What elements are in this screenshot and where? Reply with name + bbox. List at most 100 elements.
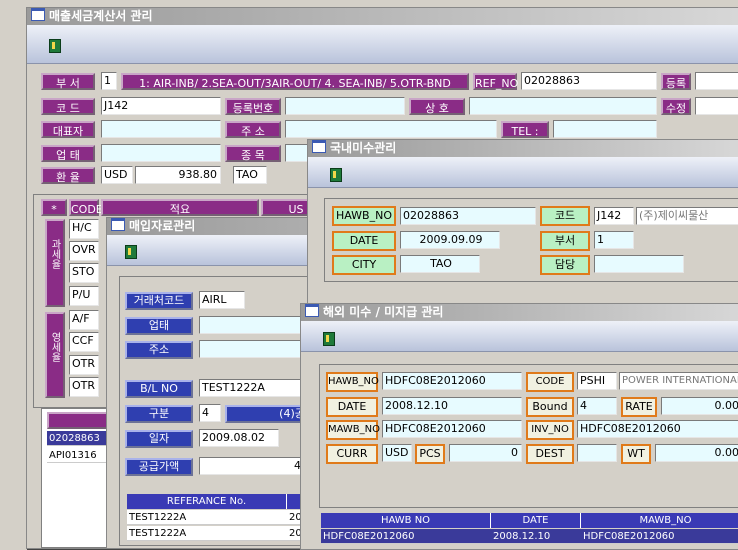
modify-side-field[interactable] bbox=[695, 97, 738, 115]
overseas-mawb-label: MAWB_NO bbox=[326, 420, 380, 440]
overseas-grid-row-date[interactable]: 2008.12.10 bbox=[491, 529, 581, 544]
domestic-date-field[interactable]: 2009.09.09 bbox=[400, 231, 500, 249]
refno-label: REF_NO bbox=[473, 73, 518, 90]
register-side-field[interactable] bbox=[695, 72, 738, 90]
overseas-inv-label: INV_NO bbox=[526, 420, 574, 440]
window-icon bbox=[111, 218, 125, 231]
currency-field[interactable]: USD bbox=[101, 166, 133, 184]
regno-field[interactable] bbox=[285, 97, 405, 115]
domestic-dept-field[interactable]: 1 bbox=[594, 231, 634, 249]
overseas-curr-field[interactable]: USD bbox=[382, 444, 412, 462]
charge-code-cell[interactable]: CCF bbox=[69, 332, 99, 352]
domestic-code-field[interactable]: J142 bbox=[594, 207, 634, 225]
domestic-city-label: CITY bbox=[332, 255, 396, 275]
addr-label: 주 소 bbox=[225, 121, 281, 138]
purchase-date-field[interactable]: 2009.08.02 bbox=[199, 429, 279, 447]
biz-label: 업 태 bbox=[41, 145, 95, 162]
domestic-hawb-label: HAWB_NO bbox=[332, 206, 396, 226]
tao-field[interactable]: TAO bbox=[233, 166, 267, 184]
code-field[interactable]: J142 bbox=[101, 97, 221, 115]
biz-field[interactable] bbox=[101, 144, 221, 162]
overseas-date-label: DATE bbox=[326, 397, 378, 417]
overseas-bound-label: Bound bbox=[526, 397, 574, 417]
overseas-dest-label: DEST bbox=[526, 444, 574, 464]
domestic-toolbar bbox=[308, 157, 738, 188]
exchange-rate-field[interactable]: 938.80 bbox=[135, 166, 221, 184]
window-icon bbox=[305, 304, 319, 317]
addr-field[interactable] bbox=[285, 120, 497, 138]
overseas-mawb-field[interactable]: HDFC08E2012060 bbox=[382, 420, 522, 438]
overseas-grid-header-date: DATE bbox=[491, 513, 581, 528]
domestic-hawb-field[interactable]: 02028863 bbox=[400, 207, 536, 225]
overseas-hawb-field[interactable]: HDFC08E2012060 bbox=[382, 372, 522, 390]
charge-code-cell[interactable]: OVR bbox=[69, 241, 99, 261]
purchase-date-label: 일자 bbox=[125, 430, 193, 448]
overseas-company-field[interactable]: POWER INTERNATIONAL bbox=[619, 372, 738, 390]
overseas-bound-field[interactable]: 4 bbox=[577, 397, 617, 415]
domestic-manager-label: 담당 bbox=[540, 255, 590, 275]
charge-code-cell[interactable]: STO bbox=[69, 263, 99, 283]
overseas-wt-field[interactable]: 0.00 bbox=[655, 444, 738, 462]
modify-button[interactable]: 수정 bbox=[661, 98, 691, 115]
domestic-code-label: 코드 bbox=[540, 206, 590, 226]
overseas-grid-row-hawb[interactable]: HDFC08E2012060 bbox=[321, 529, 491, 544]
overseas-rate-label: RATE bbox=[621, 397, 657, 417]
exit-door-icon[interactable] bbox=[323, 332, 335, 346]
charge-code-cell[interactable]: OTR bbox=[69, 377, 99, 397]
dept-options-select[interactable]: 1: AIR-INB/ 2.SEA-OUT/3AIR-OUT/ 4. SEA-I… bbox=[121, 73, 469, 90]
exit-door-icon[interactable] bbox=[125, 245, 137, 259]
register-button[interactable]: 등록 bbox=[661, 73, 691, 90]
charge-code-cell[interactable]: A/F bbox=[69, 310, 99, 330]
dept-label: 부 서 bbox=[41, 73, 95, 90]
refno-field[interactable]: 02028863 bbox=[521, 72, 657, 90]
reference-row[interactable]: TEST1222A bbox=[127, 510, 287, 525]
overseas-code-field[interactable]: PSHI bbox=[577, 372, 617, 390]
overseas-pcs-label: PCS bbox=[415, 444, 445, 464]
vendor-code-field[interactable]: AIRL bbox=[199, 291, 245, 309]
overseas-pcs-field[interactable]: 0 bbox=[449, 444, 522, 462]
domestic-receivables-window: 국내미수관리 HAWB_NO 02028863 코드 J142 (주)제이씨물산… bbox=[307, 139, 738, 311]
sales-window-titlebar[interactable]: 매출세금계산서 관리 bbox=[27, 8, 738, 25]
overseas-grid-header-mawb: MAWB_NO bbox=[581, 513, 738, 528]
overseas-rate-field[interactable]: 0.00 bbox=[661, 397, 738, 415]
tel-label: TEL : bbox=[501, 121, 549, 138]
reference-row[interactable]: TEST1222A bbox=[127, 526, 287, 541]
domestic-manager-field[interactable] bbox=[594, 255, 684, 273]
domestic-window-titlebar[interactable]: 국내미수관리 bbox=[308, 140, 738, 157]
charge-code-cell[interactable]: OTR bbox=[69, 355, 99, 375]
overseas-window-title: 해외 미수 / 미지급 관리 bbox=[323, 305, 444, 319]
overseas-curr-label: CURR bbox=[326, 444, 378, 464]
overseas-inv-field[interactable]: HDFC08E2012060 bbox=[577, 420, 738, 438]
reference-grid-header: REFERANCE No. bbox=[127, 494, 287, 509]
exit-door-icon[interactable] bbox=[49, 39, 61, 53]
overseas-grid-row-mawb[interactable]: HDFC08E2012060 bbox=[581, 529, 738, 544]
purchase-addr-label: 주소 bbox=[125, 341, 193, 359]
company-field[interactable] bbox=[469, 97, 657, 115]
overseas-dest-field[interactable] bbox=[577, 444, 617, 462]
domestic-dept-label: 부서 bbox=[540, 231, 590, 251]
taxable-group-label: 과세율 bbox=[49, 239, 60, 269]
domestic-date-label: DATE bbox=[332, 231, 396, 251]
overseas-toolbar bbox=[301, 321, 738, 352]
rep-field[interactable] bbox=[101, 120, 221, 138]
regno-label: 등록번호 bbox=[225, 98, 281, 115]
blno-label: B/L NO bbox=[125, 380, 193, 398]
exit-door-icon[interactable] bbox=[330, 168, 342, 182]
domestic-city-field[interactable]: TAO bbox=[400, 255, 480, 273]
item-label: 종 목 bbox=[225, 145, 281, 162]
charge-code-cell[interactable]: H/C bbox=[69, 219, 99, 239]
division-label: 구분 bbox=[125, 405, 193, 423]
domestic-window-title: 국내미수관리 bbox=[330, 141, 397, 155]
overseas-window-titlebar[interactable]: 해외 미수 / 미지급 관리 bbox=[301, 304, 738, 321]
tel-field[interactable] bbox=[553, 120, 657, 138]
overseas-date-field[interactable]: 2008.12.10 bbox=[382, 397, 522, 415]
charge-code-cell[interactable]: P/U bbox=[69, 286, 99, 306]
rate-label: 환 율 bbox=[41, 167, 95, 184]
dept-code-field[interactable]: 1 bbox=[101, 72, 117, 90]
domestic-company-field[interactable]: (주)제이씨물산 bbox=[636, 207, 738, 225]
grid-desc-header: 적요 bbox=[101, 199, 259, 216]
purchase-window-title: 매입자료관리 bbox=[129, 219, 196, 233]
division-field[interactable]: 4 bbox=[199, 404, 221, 422]
window-icon bbox=[31, 8, 45, 21]
taxable-group: 과세율 bbox=[45, 219, 65, 307]
